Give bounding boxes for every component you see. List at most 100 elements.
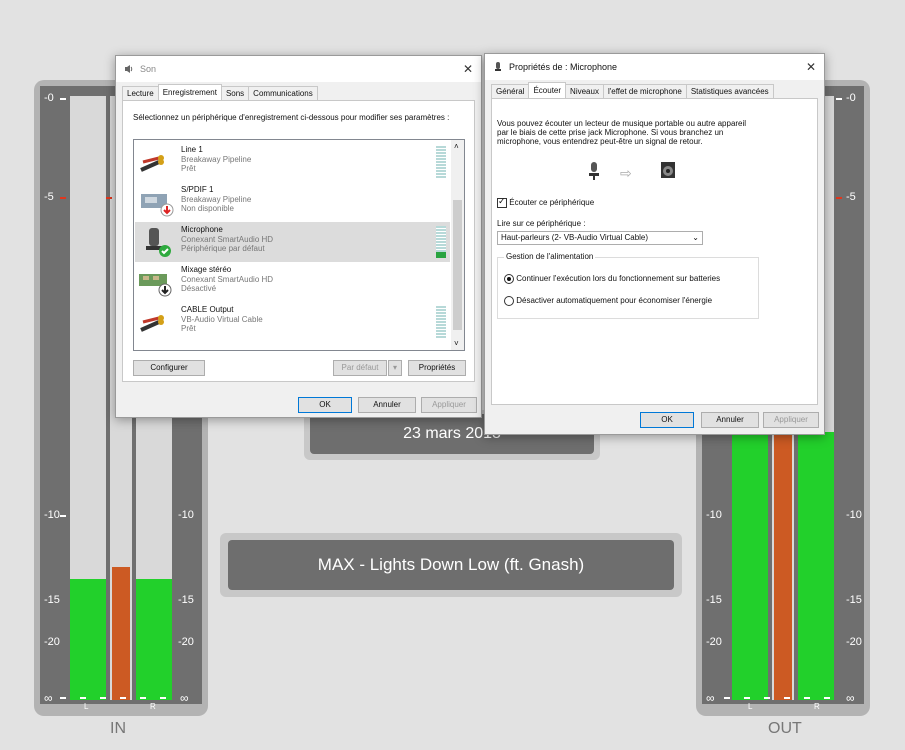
son-dialog: Son ✕ Lecture Enregistrement Sons Commun… bbox=[115, 55, 482, 418]
out-scale-inf: ∞ bbox=[846, 691, 855, 705]
out-scale-20l: -20 bbox=[706, 636, 722, 648]
mic-cancel-button[interactable]: Annuler bbox=[701, 412, 759, 428]
set-default-button[interactable]: Par défaut bbox=[333, 360, 387, 376]
scroll-thumb[interactable] bbox=[453, 200, 462, 330]
power-group-label: Gestion de l'alimentation bbox=[504, 252, 596, 261]
mic-ok-button[interactable]: OK bbox=[640, 412, 694, 428]
check-icon: ✓ bbox=[498, 196, 506, 206]
properties-button[interactable]: Propriétés bbox=[408, 360, 466, 376]
out-scale-15l: -15 bbox=[706, 594, 722, 606]
out-scale-infl: ∞ bbox=[706, 691, 715, 705]
out-tick-5 bbox=[836, 197, 842, 199]
in-scale-15r: -15 bbox=[178, 594, 194, 606]
set-default-dropdown[interactable]: ▾ bbox=[388, 360, 402, 376]
mic-apply-button[interactable]: Appliquer bbox=[763, 412, 819, 428]
configure-button[interactable]: Configurer bbox=[133, 360, 205, 376]
device-level-meter bbox=[436, 146, 446, 178]
son-tabs: Lecture Enregistrement Sons Communicatio… bbox=[122, 84, 318, 101]
out-peak-level bbox=[774, 432, 792, 700]
tab-sons[interactable]: Sons bbox=[220, 86, 250, 101]
out-scale-20: -20 bbox=[846, 636, 862, 648]
son-titlebar[interactable]: Son ✕ bbox=[116, 56, 481, 82]
in-right-level bbox=[136, 579, 172, 700]
mic-close-icon[interactable]: ✕ bbox=[806, 60, 816, 74]
power-group-box bbox=[497, 257, 759, 319]
list-item[interactable]: Line 1 Breakaway Pipeline Prêt bbox=[135, 142, 450, 182]
tab-communications[interactable]: Communications bbox=[248, 86, 318, 101]
playback-device-value: Haut-parleurs (2- VB-Audio Virtual Cable… bbox=[501, 233, 649, 242]
out-left-channel-label: L bbox=[748, 702, 753, 711]
in-scale-infr: ∞ bbox=[180, 691, 189, 705]
in-scale-inf: ∞ bbox=[44, 691, 53, 705]
power-option-continue[interactable]: Continuer l'exécution lors du fonctionne… bbox=[504, 274, 720, 284]
out-scale-0: -0 bbox=[846, 92, 856, 104]
speaker-icon bbox=[660, 161, 676, 181]
device-driver: Conexant SmartAudio HD bbox=[181, 235, 274, 244]
son-close-icon[interactable]: ✕ bbox=[463, 62, 473, 76]
scroll-up-icon[interactable]: ˄ bbox=[454, 142, 459, 151]
in-scale-20: -20 bbox=[44, 636, 60, 648]
list-item[interactable]: Microphone Conexant SmartAudio HD Périph… bbox=[135, 222, 450, 262]
device-driver: VB-Audio Virtual Cable bbox=[181, 315, 263, 324]
speaker-icon bbox=[124, 64, 134, 74]
listen-checkbox[interactable]: ✓ bbox=[497, 196, 507, 208]
out-tick-bottom bbox=[724, 697, 844, 699]
in-scale-10: -10 bbox=[44, 509, 60, 521]
in-tick-10 bbox=[60, 515, 66, 517]
microphone-icon bbox=[587, 161, 601, 183]
listen-description: Vous pouvez écouter un lecteur de musiqu… bbox=[497, 119, 747, 146]
out-scale-10l: -10 bbox=[706, 509, 722, 521]
tab-statistiques[interactable]: Statistiques avancées bbox=[685, 84, 774, 99]
in-left-level bbox=[70, 579, 106, 700]
device-status: Désactivé bbox=[181, 284, 217, 293]
power-option-disable[interactable]: Désactiver automatiquement pour économis… bbox=[504, 296, 712, 306]
spdif-card-icon bbox=[137, 186, 175, 218]
device-status: Périphérique par défaut bbox=[181, 244, 265, 253]
device-level-meter bbox=[436, 306, 446, 338]
playback-label: Lire sur ce périphérique : bbox=[497, 219, 586, 228]
son-apply-button[interactable]: Appliquer bbox=[421, 397, 477, 413]
playback-device-select[interactable]: Haut-parleurs (2- VB-Audio Virtual Cable… bbox=[497, 231, 703, 245]
power-option-disable-label: Désactiver automatiquement pour économis… bbox=[516, 296, 713, 306]
mic-titlebar[interactable]: Propriétés de : Microphone ✕ bbox=[485, 54, 824, 80]
scroll-down-icon[interactable]: ˅ bbox=[454, 339, 459, 348]
out-tick-0 bbox=[836, 98, 842, 100]
cable-jack-icon bbox=[137, 146, 175, 178]
device-level-meter bbox=[436, 226, 446, 258]
power-radio-continue[interactable] bbox=[504, 274, 514, 284]
arrow-right-icon: ⇨ bbox=[620, 165, 632, 181]
son-instruction: Sélectionnez un périphérique d'enregistr… bbox=[133, 113, 450, 122]
power-radio-disable[interactable] bbox=[504, 296, 514, 306]
list-item[interactable]: S/PDIF 1 Breakaway Pipeline Non disponib… bbox=[135, 182, 450, 222]
son-ok-button[interactable]: OK bbox=[298, 397, 352, 413]
out-meter-caption: OUT bbox=[768, 720, 802, 737]
device-driver: Conexant SmartAudio HD bbox=[181, 275, 274, 284]
mic-title: Propriétés de : Microphone bbox=[509, 62, 618, 72]
tab-niveaux[interactable]: Niveaux bbox=[565, 84, 604, 99]
tab-enregistrement[interactable]: Enregistrement bbox=[157, 84, 222, 101]
power-option-continue-label: Continuer l'exécution lors du fonctionne… bbox=[516, 274, 721, 284]
device-list[interactable]: Line 1 Breakaway Pipeline Prêt S/PDIF 1 … bbox=[133, 139, 465, 351]
device-status: Prêt bbox=[181, 324, 196, 333]
in-meter-caption: IN bbox=[110, 720, 126, 737]
out-left-level bbox=[732, 432, 768, 700]
tab-lecture[interactable]: Lecture bbox=[122, 86, 159, 101]
mic-properties-dialog: Propriétés de : Microphone ✕ Général Éco… bbox=[484, 53, 825, 435]
device-name: CABLE Output bbox=[181, 305, 234, 314]
list-item[interactable]: Mixage stéréo Conexant SmartAudio HD Dés… bbox=[135, 262, 450, 302]
son-cancel-button[interactable]: Annuler bbox=[358, 397, 416, 413]
listen-checkbox-row[interactable]: ✓ Écouter ce périphérique bbox=[497, 196, 594, 208]
in-scale-15: -15 bbox=[44, 594, 60, 606]
mic-content: Vous pouvez écouter un lecteur de musiqu… bbox=[491, 98, 818, 405]
in-tick-bottom bbox=[60, 697, 180, 699]
out-right-level bbox=[798, 432, 834, 700]
cable-jack-icon bbox=[137, 306, 175, 338]
tab-ecouter[interactable]: Écouter bbox=[528, 82, 567, 99]
device-name: S/PDIF 1 bbox=[181, 185, 214, 194]
tab-general[interactable]: Général bbox=[491, 84, 530, 99]
device-list-scrollbar[interactable]: ˄ ˅ bbox=[451, 140, 464, 350]
out-right-channel-label: R bbox=[814, 702, 820, 711]
list-item[interactable]: CABLE Output VB-Audio Virtual Cable Prêt bbox=[135, 302, 450, 342]
tab-effet-microphone[interactable]: l'effet de microphone bbox=[602, 84, 687, 99]
out-scale-10: -10 bbox=[846, 509, 862, 521]
